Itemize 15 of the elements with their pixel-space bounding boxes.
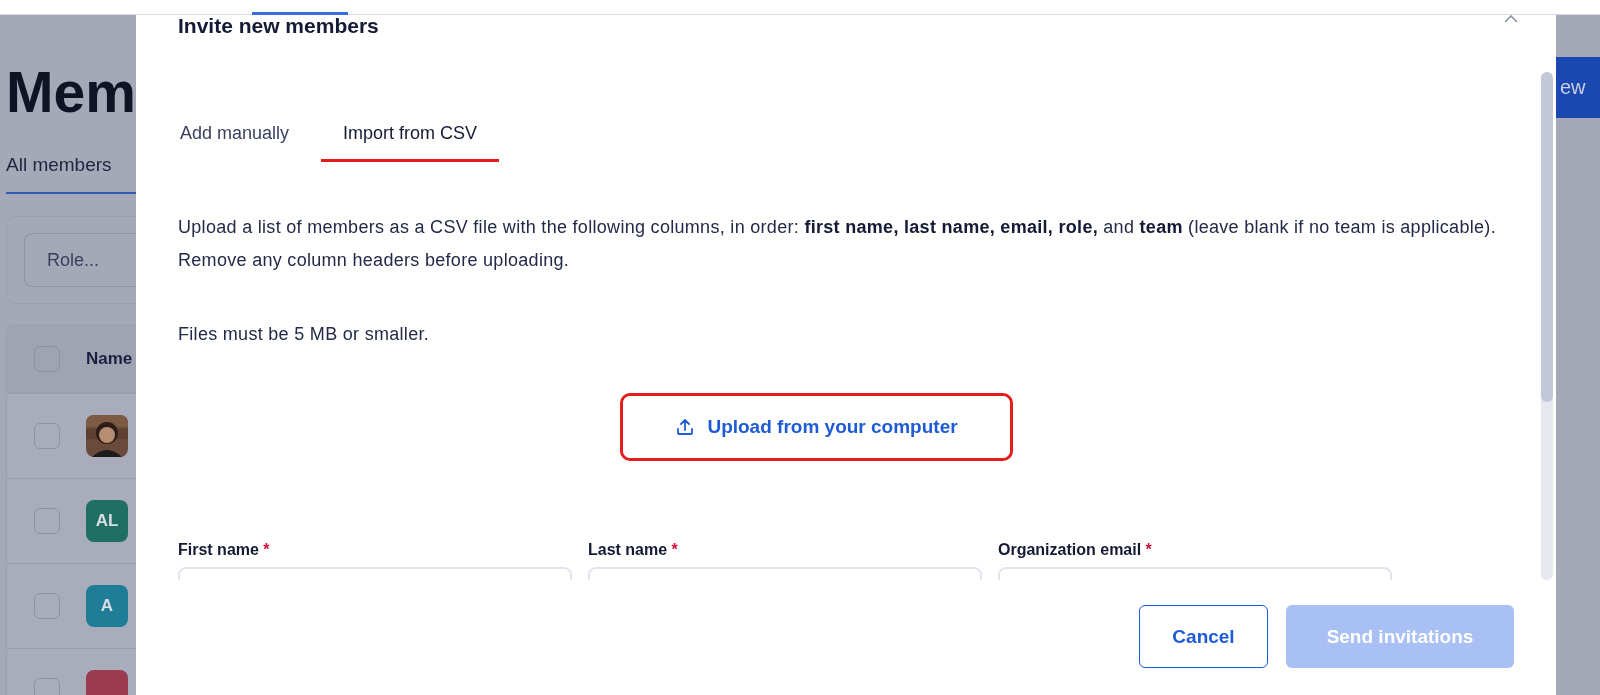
upload-button[interactable]: Upload from your computer [623,396,1010,458]
size-note: Files must be 5 MB or smaller. [178,323,431,346]
tab[interactable]: Import from CSV [341,121,480,145]
field-label: Organization email * [998,541,1153,559]
page-heading: Mem [6,60,136,124]
field-label: First name * [178,541,271,559]
cancel-button[interactable]: Cancel [1139,605,1268,668]
instructions-text: Upload a list of members as a CSV file with the following columns, in order: first name, last name, email, role, and team (leave blank if no team is applicable). Remove any column headers before uploading. [178,216,1497,272]
dialog-title: Invite new members [178,15,379,37]
column-header: Name [86,349,133,369]
avatar: AL [86,500,128,542]
tab[interactable]: Add manually [178,121,292,145]
new-button[interactable]: ew [1556,57,1600,118]
avatar: A [86,585,128,627]
field-label: Last name * [588,541,679,559]
